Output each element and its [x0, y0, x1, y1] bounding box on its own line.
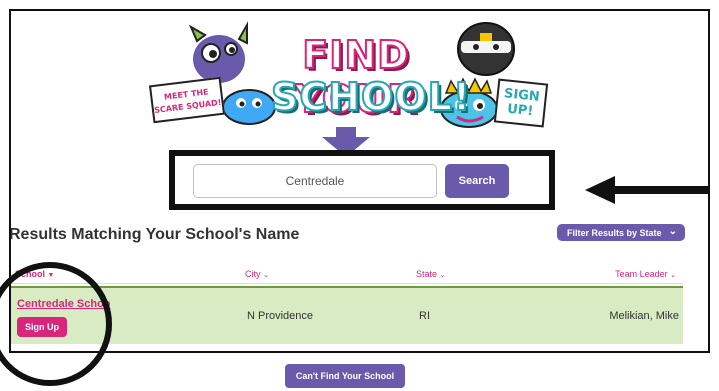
state-cell: RI — [419, 310, 430, 322]
banner-title-line2: SCHOOL! — [270, 74, 472, 120]
highlight-circle — [0, 262, 112, 386]
sort-caret-icon: ⌄ — [670, 272, 676, 279]
pointer-arrow-icon — [585, 176, 708, 204]
sort-caret-icon: ⌄ — [263, 272, 269, 279]
city-header-label: City — [245, 269, 261, 279]
search-button[interactable]: Search — [445, 164, 509, 198]
find-your-school-banner: FIND YOUR SCHOOL! MEET THE SCARE SQUAD! … — [148, 19, 561, 129]
column-header-state[interactable]: State ⌄ — [416, 269, 445, 279]
results-heading: Results Matching Your School's Name — [9, 226, 300, 243]
sort-caret-icon: ⌄ — [439, 272, 446, 279]
page-frame: FIND YOUR SCHOOL! MEET THE SCARE SQUAD! … — [9, 9, 710, 353]
team-leader-cell: Melikian, Mike — [609, 310, 679, 322]
city-cell: N Providence — [247, 310, 314, 322]
filter-label: Filter Results by State — [567, 227, 662, 238]
filter-by-state-dropdown[interactable]: Filter Results by State ⌄ — [557, 224, 685, 241]
sign-up-badge[interactable]: SIGN UP! — [493, 78, 549, 128]
table-row: Centredale Schoo Sign Up N Providence RI… — [11, 286, 683, 344]
school-search-input[interactable] — [193, 164, 437, 198]
table-header-divider — [11, 283, 683, 284]
column-header-city[interactable]: City ⌄ — [245, 269, 269, 279]
column-header-team-leader[interactable]: Team Leader ⌄ — [615, 269, 676, 279]
state-header-label: State — [416, 269, 438, 279]
cant-find-school-button[interactable]: Can't Find Your School — [285, 364, 405, 388]
search-highlight-box: Search — [169, 150, 555, 210]
leader-header-label: Team Leader — [615, 269, 668, 279]
chevron-down-icon: ⌄ — [668, 226, 677, 237]
